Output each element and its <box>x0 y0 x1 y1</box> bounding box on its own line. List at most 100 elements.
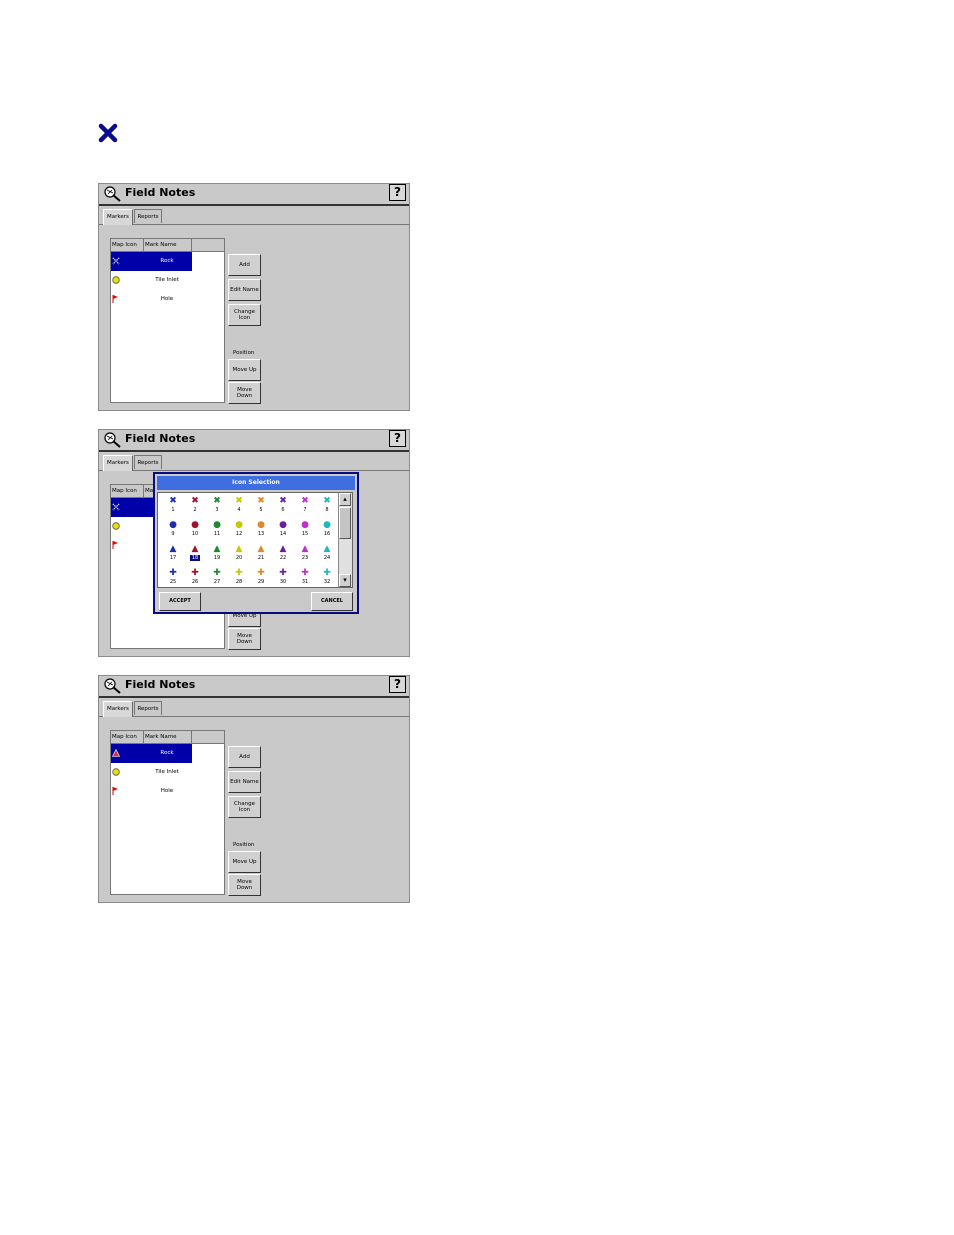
red-triangle-icon <box>112 749 120 757</box>
icon-option[interactable]: ● 16 <box>316 519 338 543</box>
icon-number: 18 <box>189 555 201 561</box>
marker-list[interactable]: Map Icon Mark Name Rock Tile Inlet Hole <box>110 730 225 895</box>
col-map-icon[interactable]: Map Icon <box>111 239 144 251</box>
icon-option[interactable]: ▲ 24 <box>316 543 338 567</box>
icon-option[interactable]: ✖ 6 <box>272 495 294 519</box>
icon-option[interactable]: ▲ 23 <box>294 543 316 567</box>
icon-option[interactable]: ✖ 5 <box>250 495 272 519</box>
list-item[interactable]: Tile Inlet <box>111 271 192 290</box>
marker-icon: ● <box>279 520 287 530</box>
blue-x-marker-icon <box>98 123 118 143</box>
icon-option[interactable]: ✚ 26 <box>184 567 206 591</box>
marker-icon: ● <box>191 520 199 530</box>
tab-markers[interactable]: Markers <box>103 455 133 471</box>
marker-icon: ▲ <box>169 544 177 554</box>
edit-name-button[interactable]: Edit Name <box>228 771 261 793</box>
icon-option[interactable]: ✚ 28 <box>228 567 250 591</box>
add-button[interactable]: Add <box>228 746 261 768</box>
list-item[interactable]: Rock <box>111 744 192 763</box>
icon-option[interactable]: ✚ 27 <box>206 567 228 591</box>
icon-option[interactable]: ✖ 3 <box>206 495 228 519</box>
tab-reports[interactable]: Reports <box>134 701 162 715</box>
icon-option[interactable]: ● 11 <box>206 519 228 543</box>
icon-number: 1 <box>171 507 175 513</box>
icon-option[interactable]: ▲ 22 <box>272 543 294 567</box>
move-down-button[interactable]: Move Down <box>228 874 261 896</box>
help-button[interactable]: ? <box>389 430 406 447</box>
field-notes-panel-1: Field Notes ? Markers Reports Map Icon M… <box>98 183 410 411</box>
marker-icon: ✖ <box>279 496 287 506</box>
icon-option[interactable]: ● 14 <box>272 519 294 543</box>
icon-option[interactable]: ● 10 <box>184 519 206 543</box>
marker-list[interactable]: Map Icon Mark Name Rock Tile Inlet Hole <box>110 238 225 403</box>
icon-number: 24 <box>323 555 331 561</box>
help-button[interactable]: ? <box>389 676 406 693</box>
icon-number: 5 <box>259 507 263 513</box>
move-down-button[interactable]: Move Down <box>228 628 261 650</box>
icon-number: 28 <box>235 579 243 585</box>
icon-option[interactable]: ● 15 <box>294 519 316 543</box>
marker-icon: ▲ <box>235 544 243 554</box>
list-item[interactable]: Rock <box>111 252 192 271</box>
icon-option[interactable]: ✖ 2 <box>184 495 206 519</box>
dialog-title: Icon Selection <box>157 476 355 490</box>
edit-name-button[interactable]: Edit Name <box>228 279 261 301</box>
col-mark-name[interactable]: Mark Name <box>144 239 192 251</box>
cancel-button[interactable]: CANCEL <box>311 592 353 611</box>
scroll-down-button[interactable]: ▾ <box>339 574 351 587</box>
icon-option[interactable]: ▲ 17 <box>162 543 184 567</box>
blue-x-icon <box>112 257 120 265</box>
icon-option[interactable]: ✚ 31 <box>294 567 316 591</box>
move-up-button[interactable]: Move Up <box>228 359 261 381</box>
icon-option[interactable]: ✚ 25 <box>162 567 184 591</box>
icon-option[interactable]: ✚ 32 <box>316 567 338 591</box>
icon-option[interactable]: ✖ 8 <box>316 495 338 519</box>
icon-number: 32 <box>323 579 331 585</box>
icon-number: 7 <box>303 507 307 513</box>
title-bar: Field Notes ? <box>99 430 409 452</box>
markers-body: Map Icon Mark Name Rock Tile Inlet Hole … <box>101 718 407 898</box>
red-flag-icon <box>112 541 118 549</box>
mark-name: Rock <box>160 258 174 264</box>
list-item[interactable]: Tile Inlet <box>111 763 192 782</box>
icon-option[interactable]: ✚ 29 <box>250 567 272 591</box>
accept-button[interactable]: ACCEPT <box>159 592 201 611</box>
marker-icon: ✚ <box>235 568 243 578</box>
grid-scrollbar[interactable]: ▴ ▾ <box>338 493 352 587</box>
list-item[interactable]: Hole <box>111 782 192 801</box>
icon-option[interactable]: ● 12 <box>228 519 250 543</box>
icon-option[interactable]: ✚ 30 <box>272 567 294 591</box>
icon-option[interactable]: ▲ 18 <box>184 543 206 567</box>
help-button[interactable]: ? <box>389 184 406 201</box>
tab-reports[interactable]: Reports <box>134 455 162 469</box>
icon-option[interactable]: ✖ 1 <box>162 495 184 519</box>
marker-icon: ● <box>169 520 177 530</box>
change-icon-button[interactable]: Change Icon <box>228 796 261 818</box>
marker-icon: ● <box>235 520 243 530</box>
icon-option[interactable]: ▲ 19 <box>206 543 228 567</box>
col-mark-name[interactable]: Mark Name <box>144 731 192 743</box>
scroll-thumb[interactable] <box>339 507 351 539</box>
move-up-button[interactable]: Move Up <box>228 851 261 873</box>
col-map-icon[interactable]: Map Icon <box>111 731 144 743</box>
icon-option[interactable]: ✖ 7 <box>294 495 316 519</box>
marker-icon: ▲ <box>191 544 199 554</box>
icon-option[interactable]: ● 13 <box>250 519 272 543</box>
yellow-circle-icon <box>112 522 120 530</box>
icon-option[interactable]: ● 9 <box>162 519 184 543</box>
add-button[interactable]: Add <box>228 254 261 276</box>
tab-reports[interactable]: Reports <box>134 209 162 223</box>
tab-markers[interactable]: Markers <box>103 209 133 225</box>
yellow-circle-icon <box>112 276 120 284</box>
change-icon-button[interactable]: Change Icon <box>228 304 261 326</box>
marker-icon: ✚ <box>279 568 287 578</box>
scroll-up-button[interactable]: ▴ <box>339 493 351 506</box>
icon-option[interactable]: ▲ 21 <box>250 543 272 567</box>
icon-option[interactable]: ✖ 4 <box>228 495 250 519</box>
tab-markers[interactable]: Markers <box>103 701 133 717</box>
move-down-button[interactable]: Move Down <box>228 382 261 404</box>
list-item[interactable]: Hole <box>111 290 192 309</box>
icon-option[interactable]: ▲ 20 <box>228 543 250 567</box>
red-flag-icon <box>112 295 118 303</box>
col-map-icon[interactable]: Map Icon <box>111 485 144 497</box>
